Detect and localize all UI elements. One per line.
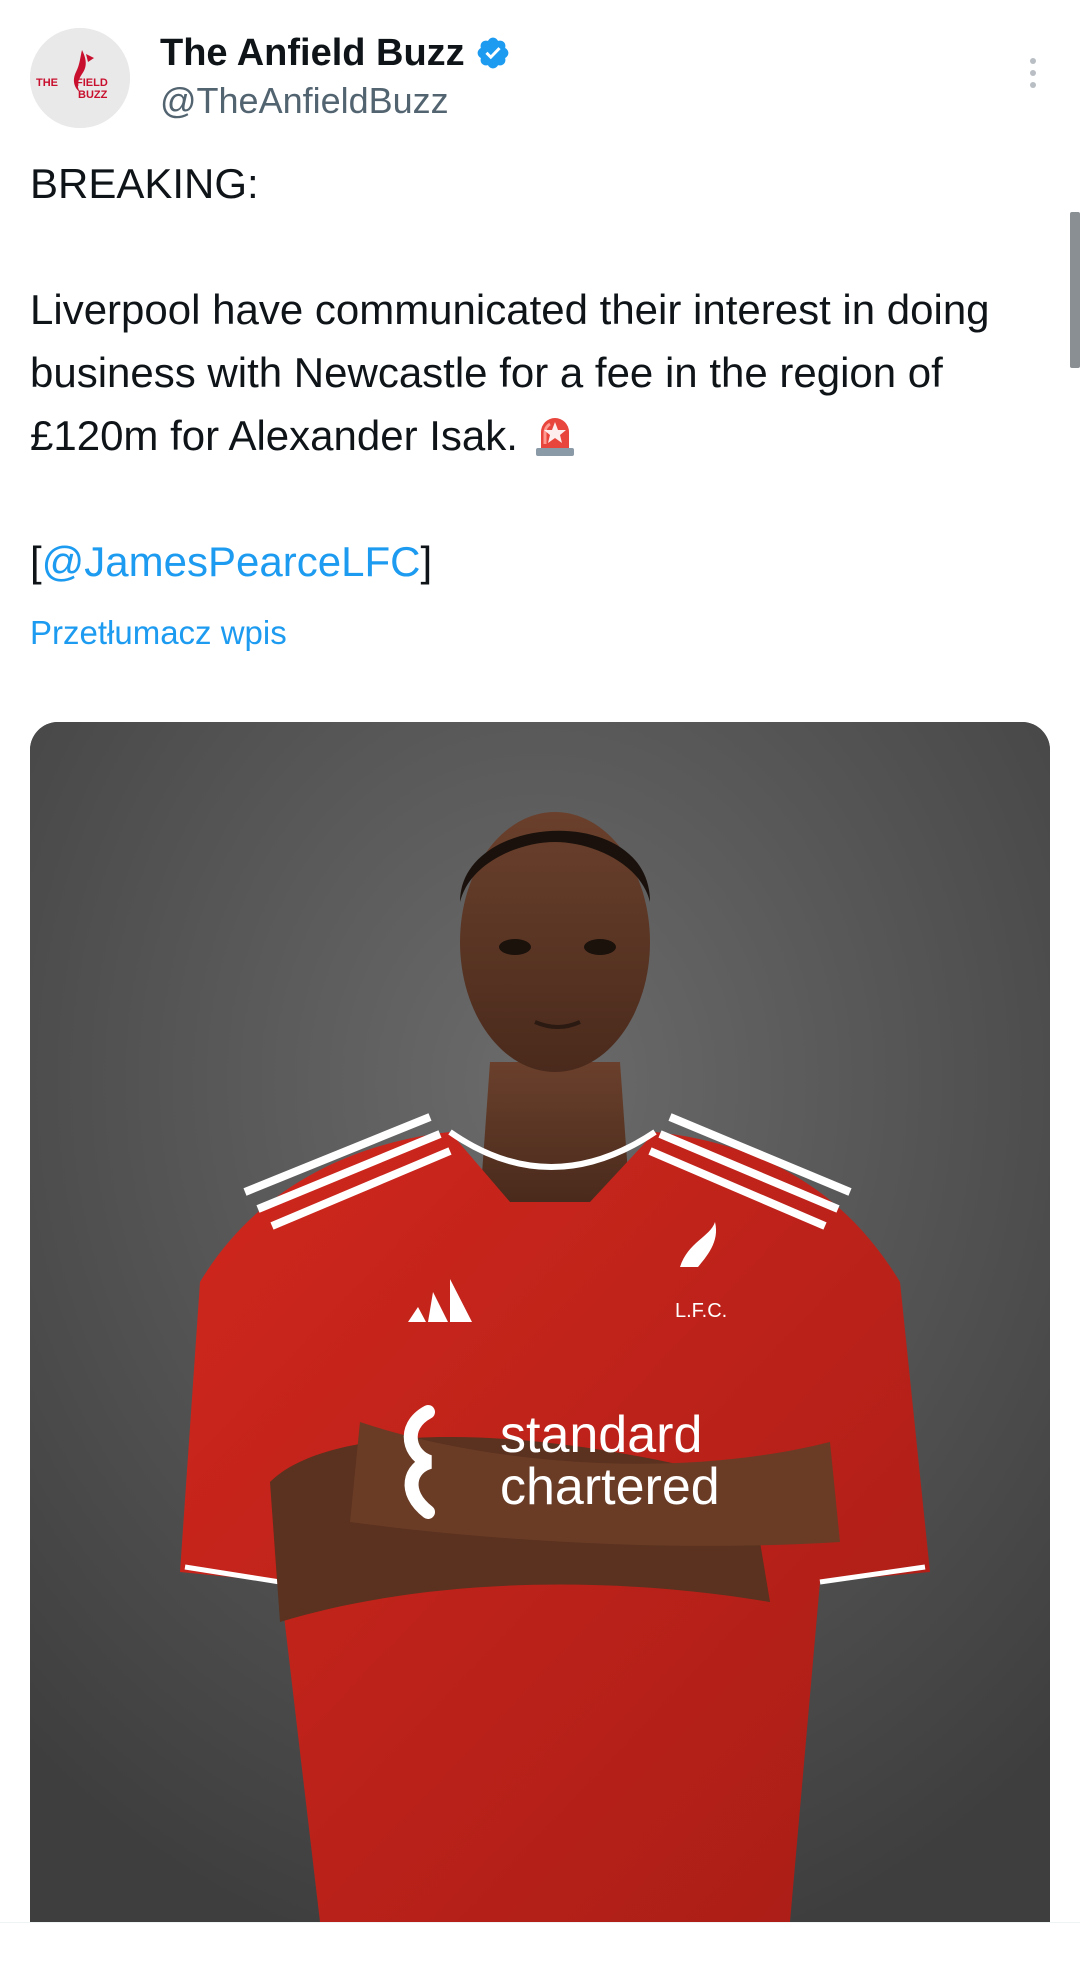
display-name-row: The Anfield Buzz — [160, 30, 511, 76]
svg-text:THE: THE — [36, 77, 58, 89]
more-dot-icon — [1030, 58, 1036, 64]
sponsor-line-1: standard — [500, 1406, 702, 1464]
tweet-source-line: [@JamesPearceLFC] — [30, 530, 1050, 593]
source-bracket-open: [ — [30, 538, 42, 585]
player-photo: L.F.C. standard chartered — [30, 722, 1050, 1922]
tweet-text: BREAKING: Liverpool have communicated th… — [30, 152, 1050, 593]
sponsor-line-2: chartered — [500, 1458, 720, 1516]
author-handle[interactable]: @TheAnfieldBuzz — [160, 78, 511, 124]
anfield-buzz-logo-icon: THE FIELD BUZZ — [30, 28, 130, 128]
svg-text:BUZZ: BUZZ — [78, 89, 108, 101]
svg-text:FIELD: FIELD — [76, 77, 108, 89]
verified-badge-icon — [475, 35, 511, 71]
scrollbar-thumb[interactable] — [1070, 212, 1080, 368]
more-options-button[interactable] — [1018, 48, 1048, 98]
rotating-light-icon — [530, 408, 580, 458]
author-names: The Anfield Buzz @TheAnfieldBuzz — [160, 30, 511, 124]
tweet-breaking-line: BREAKING: — [30, 160, 259, 207]
tweet-media-image[interactable]: L.F.C. standard chartered — [30, 722, 1050, 1922]
translate-post-link[interactable]: Przetłumacz wpis — [30, 612, 287, 654]
bottom-edge — [0, 1922, 1080, 1963]
tweet-body-text: Liverpool have communicated their intere… — [30, 286, 990, 459]
more-dot-icon — [1030, 70, 1036, 76]
crest-text: L.F.C. — [675, 1300, 727, 1322]
author-avatar[interactable]: THE FIELD BUZZ — [30, 28, 130, 128]
source-bracket-close: ] — [420, 538, 433, 585]
source-mention-link[interactable]: @JamesPearceLFC — [42, 538, 421, 585]
author-display-name[interactable]: The Anfield Buzz — [160, 30, 465, 76]
tweet-header: THE FIELD BUZZ The Anfield Buzz @TheAnfi… — [30, 28, 1050, 132]
tweet-body: Liverpool have communicated their intere… — [30, 278, 1050, 467]
more-dot-icon — [1030, 82, 1036, 88]
